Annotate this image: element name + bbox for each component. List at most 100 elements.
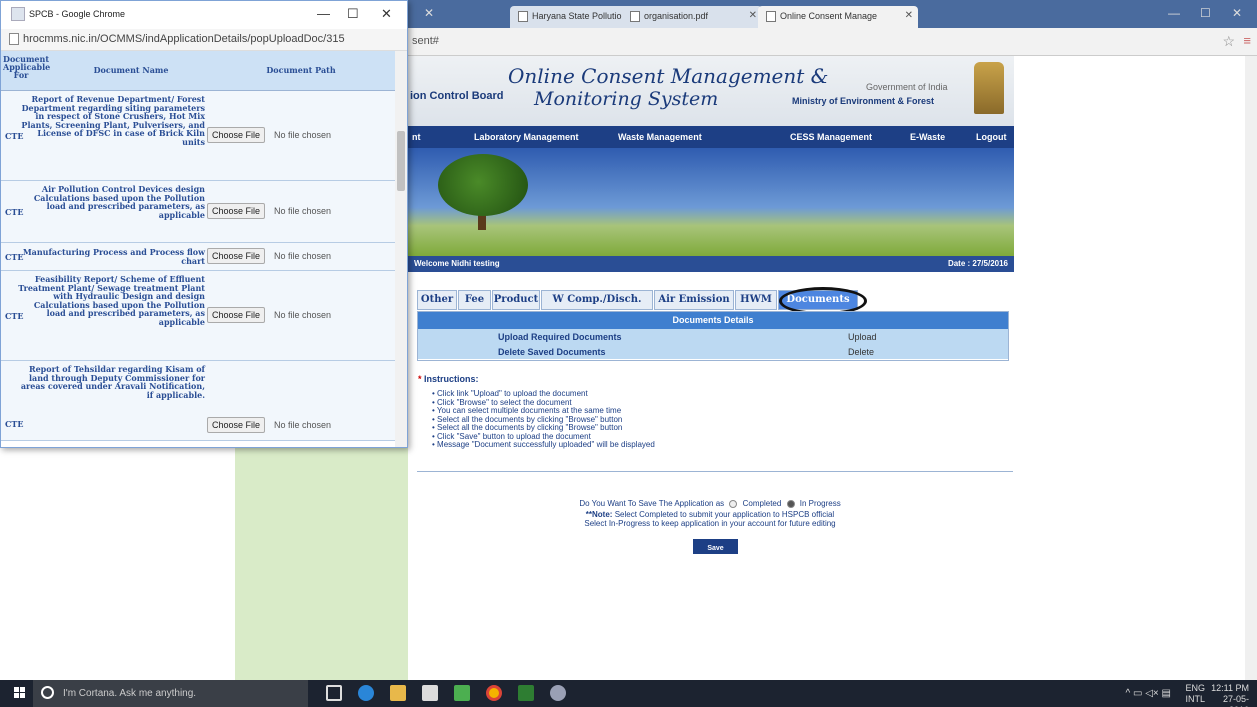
tray-icons[interactable]: ^ ▭ ◁× ▤ xyxy=(1111,688,1171,699)
table-row: CTE Air Pollution Control Devices design… xyxy=(1,181,395,243)
page-icon xyxy=(518,11,528,22)
table-row: CTE Report of Tehsildar regarding Kisam … xyxy=(1,361,395,441)
close-icon[interactable]: ✕ xyxy=(905,10,913,21)
scrollbar-thumb[interactable] xyxy=(397,131,405,191)
popup-titlebar: SPCB - Google Chrome — ☐ ✕ xyxy=(1,1,407,29)
choose-file-button[interactable]: Choose File xyxy=(207,307,266,323)
tab-air-emission[interactable]: Air Emission xyxy=(654,290,734,310)
task-view-icon[interactable] xyxy=(326,685,342,701)
choose-file-button[interactable]: Choose File xyxy=(207,248,266,264)
tab-product[interactable]: Product xyxy=(492,290,540,310)
popup-content: Document Applicable For Document Name Do… xyxy=(1,51,395,447)
tab-organisation-pdf[interactable]: organisation.pdf ✕ xyxy=(622,6,762,28)
note-line1: Select Completed to submit your applicat… xyxy=(614,510,835,519)
file-status: No file chosen xyxy=(274,420,332,430)
instructions: * Instructions: Click link "Upload" to u… xyxy=(418,374,1014,450)
close-icon[interactable]: ✕ xyxy=(749,10,757,21)
page-scrollbar[interactable] xyxy=(1245,56,1257,680)
language-indicator[interactable]: ENG INTL xyxy=(1177,683,1205,705)
site-title-line1: Online Consent Management & xyxy=(508,64,829,88)
minimize-icon[interactable]: — xyxy=(317,6,330,21)
note-line2: Select In-Progress to keep application i… xyxy=(584,519,836,528)
popup-title: SPCB - Google Chrome xyxy=(29,9,126,19)
save-button[interactable]: Save xyxy=(693,539,738,554)
nav-item-waste[interactable]: Waste Management xyxy=(618,132,702,142)
nav-item-laboratory[interactable]: Laboratory Management xyxy=(474,132,579,142)
document-upload-table: Document Applicable For Document Name Do… xyxy=(1,51,395,441)
tab-online-consent[interactable]: Online Consent Manage ✕ xyxy=(758,6,918,28)
save-options: Do You Want To Save The Application as C… xyxy=(470,498,950,528)
chrome-icon[interactable] xyxy=(486,685,502,701)
menu-icon[interactable]: ≡ xyxy=(1243,33,1251,48)
bookmark-star-icon[interactable]: ☆ xyxy=(1222,33,1235,50)
nav-item-partial[interactable]: nt xyxy=(412,132,421,142)
welcome-text: Welcome Nidhi testing xyxy=(414,259,500,268)
paint-icon[interactable] xyxy=(550,685,566,701)
popup-url: hrocmms.nic.in/OCMMS/indApplicationDetai… xyxy=(23,33,345,45)
tab-fee[interactable]: Fee xyxy=(458,290,491,310)
cortana-search-box[interactable]: I'm Cortana. Ask me anything. xyxy=(33,680,308,707)
app-icon[interactable] xyxy=(454,685,470,701)
main-address-bar[interactable]: sent# ☆ ≡ xyxy=(408,28,1257,56)
national-emblem-icon xyxy=(974,62,1004,114)
file-status: No file chosen xyxy=(274,251,332,261)
documents-details-table: Documents Details Upload Required Docume… xyxy=(417,311,1009,361)
close-window-icon[interactable]: ✕ xyxy=(1232,6,1242,20)
choose-file-button[interactable]: Choose File xyxy=(207,203,266,219)
in-progress-label: In Progress xyxy=(799,499,841,508)
maximize-icon[interactable]: ☐ xyxy=(347,6,359,22)
table-row: CTE Feasibility Report/ Scheme of Efflue… xyxy=(1,271,395,361)
delete-link[interactable]: Delete xyxy=(848,347,874,357)
divider xyxy=(417,471,1013,472)
store-icon[interactable] xyxy=(422,685,438,701)
column-header-path: Document Path xyxy=(266,65,336,75)
tab-hwm[interactable]: HWM xyxy=(735,290,777,310)
header-banner xyxy=(408,148,1014,256)
nav-item-logout[interactable]: Logout xyxy=(976,132,1007,142)
tab-other[interactable]: Other xyxy=(417,290,457,310)
save-question: Do You Want To Save The Application as xyxy=(579,499,725,508)
file-status: No file chosen xyxy=(274,130,332,140)
tab-w-comp[interactable]: W Comp./Disch. xyxy=(541,290,653,310)
documents-details-header: Documents Details xyxy=(418,312,1008,329)
minimize-icon[interactable]: — xyxy=(1168,6,1180,20)
file-explorer-icon[interactable] xyxy=(390,685,406,701)
nav-item-ewaste[interactable]: E-Waste xyxy=(910,132,945,142)
popup-scrollbar[interactable] xyxy=(395,51,407,447)
column-header-name: Document Name xyxy=(93,65,169,75)
file-status: No file chosen xyxy=(274,206,332,216)
page-icon xyxy=(9,33,19,45)
nav-item-cess[interactable]: CESS Management xyxy=(790,132,872,142)
welcome-bar: Welcome Nidhi testing Date : 27/5/2016 xyxy=(408,256,1014,272)
tree-image xyxy=(438,154,528,216)
column-header-applicable: Document Applicable For xyxy=(3,54,51,80)
in-progress-radio[interactable] xyxy=(786,499,795,508)
note-label: **Note: xyxy=(585,510,613,519)
table-header: Document Applicable For Document Name Do… xyxy=(1,51,395,91)
table-row: Delete Saved Documents Delete xyxy=(418,344,1008,359)
maximize-icon[interactable]: ☐ xyxy=(1200,6,1211,20)
completed-radio[interactable] xyxy=(729,499,738,508)
close-tab-icon[interactable]: ✕ xyxy=(424,6,434,20)
upload-link[interactable]: Upload xyxy=(848,332,877,342)
clock[interactable]: 12:11 PM27-05-2016 xyxy=(1209,683,1249,707)
current-date: Date : 27/5/2016 xyxy=(947,259,1008,268)
close-icon[interactable]: ✕ xyxy=(381,6,392,22)
edge-browser-icon[interactable] xyxy=(358,685,374,701)
completed-label: Completed xyxy=(742,499,782,508)
choose-file-button[interactable]: Choose File xyxy=(207,417,266,433)
file-status: No file chosen xyxy=(274,310,332,320)
list-item: Message "Document successfully uploaded"… xyxy=(432,440,1014,450)
excel-icon[interactable] xyxy=(518,685,534,701)
windows-start-icon[interactable] xyxy=(14,687,26,699)
board-name: ion Control Board xyxy=(410,90,504,102)
table-row: CTE Report of Revenue Department/ Forest… xyxy=(1,91,395,181)
page-icon xyxy=(766,11,776,22)
app-icon xyxy=(11,7,25,21)
choose-file-button[interactable]: Choose File xyxy=(207,127,266,143)
popup-address-bar[interactable]: hrocmms.nic.in/OCMMS/indApplicationDetai… xyxy=(1,29,407,51)
instructions-title: Instructions: xyxy=(424,374,479,384)
taskbar: I'm Cortana. Ask me anything. ^ ▭ ◁× ▤ E… xyxy=(0,680,1257,707)
table-row: Upload Required Documents Upload xyxy=(418,329,1008,344)
goi-label: Government of India xyxy=(866,82,948,92)
